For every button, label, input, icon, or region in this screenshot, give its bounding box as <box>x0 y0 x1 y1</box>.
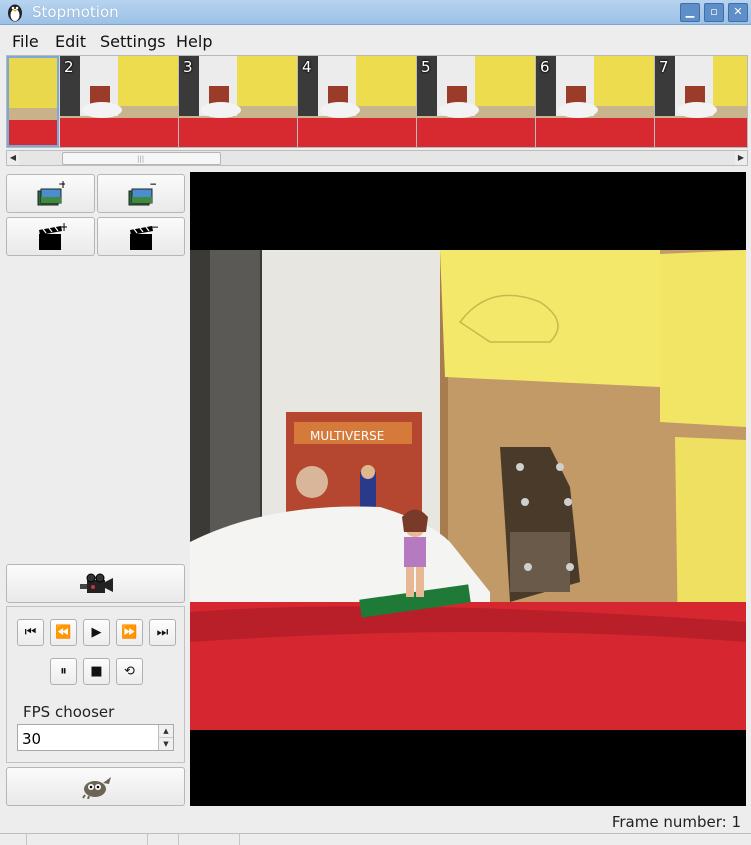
last-frame-button[interactable]: ⏭ <box>149 619 176 646</box>
scrollbar-thumb[interactable]: ||| <box>62 152 221 165</box>
status-segment <box>27 834 148 845</box>
first-frame-button[interactable]: ⏮ <box>17 619 44 646</box>
frame-thumbnail[interactable]: 4 <box>298 56 417 147</box>
status-segment <box>148 834 179 845</box>
remove-scene-button[interactable]: − <box>97 217 185 256</box>
skip-to-start-icon: ⏮ <box>24 625 37 640</box>
gimp-button[interactable] <box>6 767 185 806</box>
pause-icon: ⏸ <box>60 664 67 679</box>
frame-number: 2 <box>64 58 74 76</box>
add-frames-button[interactable]: + <box>6 174 95 213</box>
next-frame-button[interactable]: ⏩ <box>116 619 143 646</box>
status-segment <box>0 834 27 845</box>
status-segment <box>179 834 240 845</box>
frame-number-label: Frame number: 1 <box>611 813 741 831</box>
stop-button[interactable]: ■ <box>83 658 110 685</box>
frame-number: 6 <box>540 58 550 76</box>
previous-frame-button[interactable]: ⏪ <box>50 619 77 646</box>
frame-number: 4 <box>302 58 312 76</box>
frame-thumbnail[interactable]: 5 <box>417 56 536 147</box>
play-icon: ▶ <box>91 625 102 640</box>
menu-help[interactable]: Help <box>176 32 212 51</box>
skip-to-end-icon: ⏭ <box>156 625 169 640</box>
fast-forward-icon: ⏩ <box>121 625 138 640</box>
remove-frames-button[interactable]: − <box>97 174 185 213</box>
loop-button[interactable]: ⟲ <box>116 658 143 685</box>
gimp-icon <box>82 777 111 799</box>
menu-settings[interactable]: Settings <box>100 32 166 51</box>
frame-strip-scrollbar[interactable]: ◀ ||| ▶ <box>6 150 748 166</box>
window-title: Stopmotion <box>32 3 119 21</box>
frame-strip: 2 3 4 5 6 7 <box>6 55 748 148</box>
svg-text:+: + <box>58 181 65 191</box>
frame-thumbnail[interactable] <box>7 56 59 147</box>
camera-preview[interactable]: MULTIVERSE <box>190 172 746 806</box>
frame-thumbnail[interactable]: 3 <box>179 56 298 147</box>
maximize-button[interactable]: ▫ <box>704 3 724 22</box>
close-button[interactable]: ✕ <box>728 3 748 22</box>
svg-text:−: − <box>150 222 158 234</box>
preview-image: MULTIVERSE <box>190 172 746 806</box>
video-camera-icon <box>80 573 113 593</box>
svg-text:MULTIVERSE: MULTIVERSE <box>310 429 384 443</box>
pause-button[interactable]: ⏸ <box>50 658 77 685</box>
menu-file[interactable]: File <box>12 32 39 51</box>
svg-text:+: + <box>59 222 67 234</box>
frame-thumbnail[interactable]: 2 <box>60 56 179 147</box>
camera-button[interactable] <box>6 564 185 603</box>
loop-icon: ⟲ <box>124 664 135 679</box>
frame-number: 7 <box>659 58 669 76</box>
fps-label: FPS chooser <box>23 703 115 721</box>
playback-controls: ⏮ ⏪ ▶ ⏩ ⏭ ⏸ ■ ⟲ FPS chooser ▲ ▼ <box>6 606 185 763</box>
status-bar: Frame number: 1 <box>0 806 751 845</box>
frame-thumbnail[interactable]: 7 <box>655 56 747 147</box>
frame-thumbnail[interactable]: 6 <box>536 56 655 147</box>
frame-number: 3 <box>183 58 193 76</box>
play-button[interactable]: ▶ <box>83 619 110 646</box>
svg-text:−: − <box>149 181 156 191</box>
rewind-icon: ⏪ <box>55 625 72 640</box>
penguin-icon <box>8 4 22 22</box>
add-scene-button[interactable]: + <box>6 217 95 256</box>
menu-edit[interactable]: Edit <box>55 32 86 51</box>
stop-icon: ■ <box>90 664 103 679</box>
fps-input[interactable] <box>18 725 162 752</box>
scroll-right-icon[interactable]: ▶ <box>735 151 747 165</box>
title-bar: Stopmotion ▁ ▫ ✕ <box>0 0 751 25</box>
spin-up-icon[interactable]: ▲ <box>158 725 173 738</box>
remove-frames-icon: − <box>128 181 156 206</box>
scroll-left-icon[interactable]: ◀ <box>7 151 19 165</box>
frame-number: 5 <box>421 58 431 76</box>
remove-scene-icon: − <box>130 222 158 250</box>
add-scene-icon: + <box>39 222 67 250</box>
menu-bar: File Edit Settings Help <box>0 25 751 55</box>
fps-spinbox[interactable]: ▲ ▼ <box>17 724 174 752</box>
minimize-button[interactable]: ▁ <box>680 3 700 22</box>
spin-down-icon[interactable]: ▼ <box>158 738 173 750</box>
add-frames-icon: + <box>37 181 65 206</box>
